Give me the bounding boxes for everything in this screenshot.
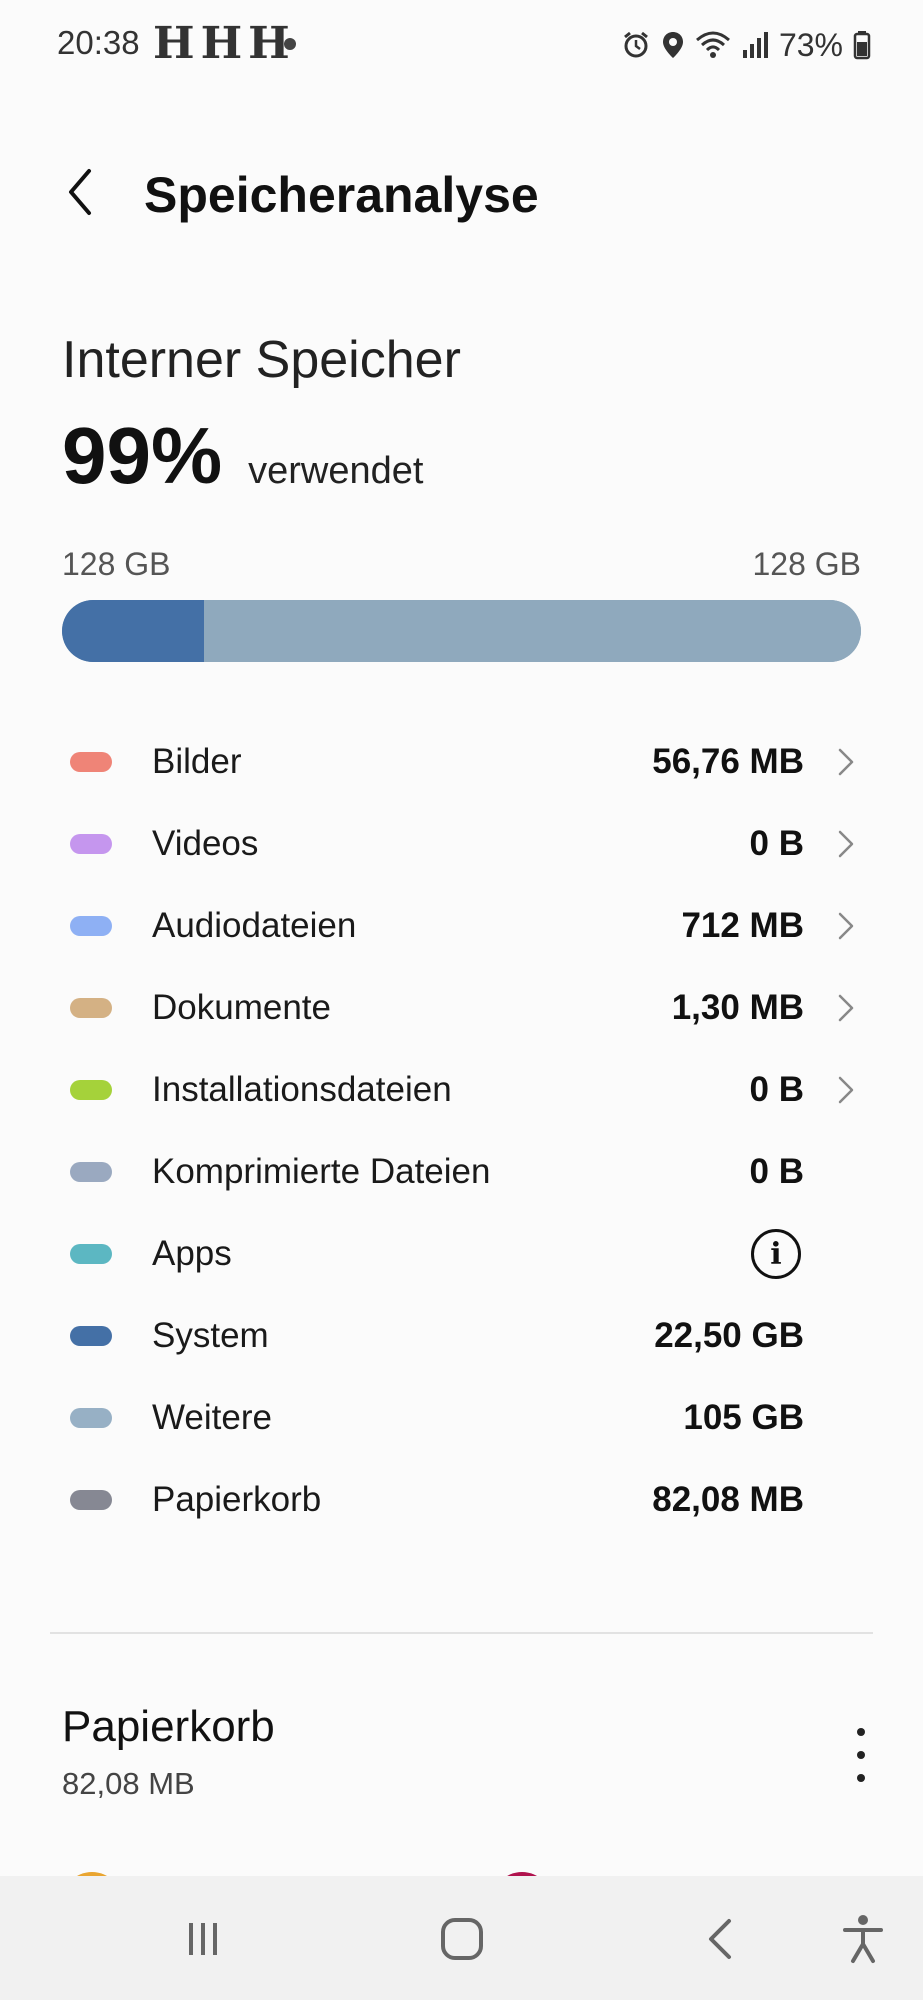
wifi-icon [695,31,730,58]
more-vert-icon [857,1728,865,1736]
section-divider [50,1632,873,1634]
recent-apps-icon [189,1923,217,1955]
category-color-dot [70,1162,112,1182]
category-row-apps[interactable]: Apps i [0,1212,923,1294]
chevron-right-icon [831,909,861,943]
category-value: 0 B [749,824,804,863]
screen: 20:38 HHH 73% Speicheranalyse Interner S… [0,0,923,2000]
category-value: 22,50 GB [654,1316,804,1355]
category-color-dot [70,1080,112,1100]
back-button[interactable] [50,162,110,222]
category-color-dot [70,1490,112,1510]
battery-icon [853,31,871,60]
location-icon [662,32,683,58]
accessibility-button[interactable] [828,1904,898,1974]
usage-label: verwendet [248,450,424,492]
more-options-button[interactable] [841,1720,881,1790]
used-capacity: 128 GB [62,546,171,582]
category-label: Komprimierte Dateien [152,1152,491,1191]
category-row-videos[interactable]: Videos 0 B [0,802,923,884]
usage-percent: 99% [62,411,223,500]
category-row-bilder[interactable]: Bilder 56,76 MB [0,720,923,802]
app-bar: Speicheranalyse [0,140,923,250]
category-value: 105 GB [683,1398,804,1437]
total-capacity: 128 GB [752,546,861,582]
category-value: 0 B [749,1152,804,1191]
status-bar: 20:38 HHH 73% [0,0,923,90]
trash-section-title: Papierkorb [62,1702,275,1751]
category-row-dokumente[interactable]: Dokumente 1,30 MB [0,966,923,1048]
category-label: Apps [152,1234,232,1273]
page-title: Speicheranalyse [144,167,539,223]
category-color-dot [70,834,112,854]
trash-section-size: 82,08 MB [62,1766,195,1801]
accessibility-icon [843,1915,883,1963]
back-arrow-icon [69,169,91,215]
category-row-installationsdateien[interactable]: Installationsdateien 0 B [0,1048,923,1130]
category-list: Bilder 56,76 MB Videos 0 B Audiodateien 712 M… [0,720,923,1540]
category-row-weitere: Weitere 105 GB [0,1376,923,1458]
category-label: Weitere [152,1398,272,1437]
storage-heading: Interner Speicher [62,331,461,389]
info-icon[interactable]: i [751,1229,801,1279]
chevron-right-icon [831,745,861,779]
category-row-system: System 22,50 GB [0,1294,923,1376]
alarm-icon [624,31,648,58]
signal-icon [742,32,768,58]
category-color-dot [70,998,112,1018]
notification-icons: HHH [153,18,296,69]
category-color-dot [70,752,112,772]
navigation-bar [0,1876,923,2000]
category-label: Papierkorb [152,1480,322,1519]
more-notifications-dot [284,38,296,50]
category-label: Installationsdateien [152,1070,452,1109]
home-icon [441,1918,483,1960]
category-label: Videos [152,824,259,863]
category-value: 712 MB [681,906,804,945]
home-button[interactable] [427,1904,497,1974]
chevron-right-icon [831,827,861,861]
category-label: Dokumente [152,988,331,1027]
category-color-dot [70,916,112,936]
category-row-komprimierte-dateien: Komprimierte Dateien 0 B [0,1130,923,1212]
category-row-papierkorb: Papierkorb 82,08 MB [0,1458,923,1540]
category-value: 56,76 MB [652,742,804,781]
category-color-dot [70,1408,112,1428]
storage-usage-bar [62,600,861,662]
category-row-audiodateien[interactable]: Audiodateien 712 MB [0,884,923,966]
recent-apps-button[interactable] [168,1904,238,1974]
usage-segment-weitere [204,600,861,662]
category-color-dot [70,1244,112,1264]
chevron-right-icon [831,1073,861,1107]
status-icons: 73% [621,20,871,70]
category-label: System [152,1316,269,1355]
usage-line: 99% verwendet [62,410,423,502]
chevron-right-icon [831,991,861,1025]
category-label: Audiodateien [152,906,357,945]
category-color-dot [70,1326,112,1346]
back-icon [709,1919,731,1959]
category-label: Bilder [152,742,242,781]
status-time: 20:38 [57,24,140,61]
category-value: 0 B [749,1070,804,1109]
battery-percent: 73% [778,26,843,63]
category-value: 1,30 MB [671,988,804,1027]
nav-back-button[interactable] [685,1904,755,1974]
category-value: 82,08 MB [652,1480,804,1519]
usage-segment-system [62,600,205,662]
